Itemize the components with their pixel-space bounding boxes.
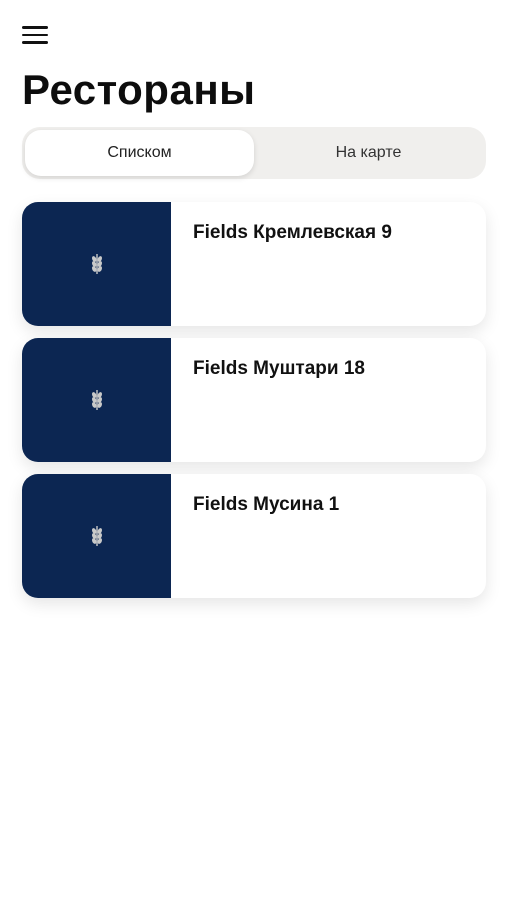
restaurant-name: Fields Мусина 1 — [193, 494, 340, 515]
restaurant-name: Fields Муштари 18 — [193, 358, 365, 379]
tab-map-view[interactable]: На карте — [254, 130, 483, 176]
wheat-logo-icon — [91, 526, 102, 546]
tab-list-view[interactable]: Списком — [25, 130, 254, 176]
page-title: Рестораны — [22, 66, 256, 113]
restaurant-thumbnail — [22, 474, 171, 598]
restaurant-thumbnail — [22, 338, 171, 462]
restaurant-card[interactable]: Fields Кремлевская 9 — [22, 202, 486, 326]
hamburger-menu-icon-line — [22, 26, 48, 29]
restaurant-name: Fields Кремлевская 9 — [193, 222, 392, 243]
restaurant-card[interactable]: Fields Муштари 18 — [22, 338, 486, 462]
menu-button[interactable] — [22, 22, 58, 48]
hamburger-menu-icon-line — [22, 41, 48, 44]
view-toggle: Списком На карте — [22, 127, 486, 179]
hamburger-menu-icon-line — [22, 33, 48, 37]
restaurant-card[interactable]: Fields Мусина 1 — [22, 474, 486, 598]
restaurant-list: Fields Кремлевская 9 Fields Муштари 18 F… — [22, 202, 486, 598]
restaurant-thumbnail — [22, 202, 171, 326]
wheat-logo-icon — [91, 390, 102, 410]
wheat-logo-icon — [91, 254, 102, 274]
